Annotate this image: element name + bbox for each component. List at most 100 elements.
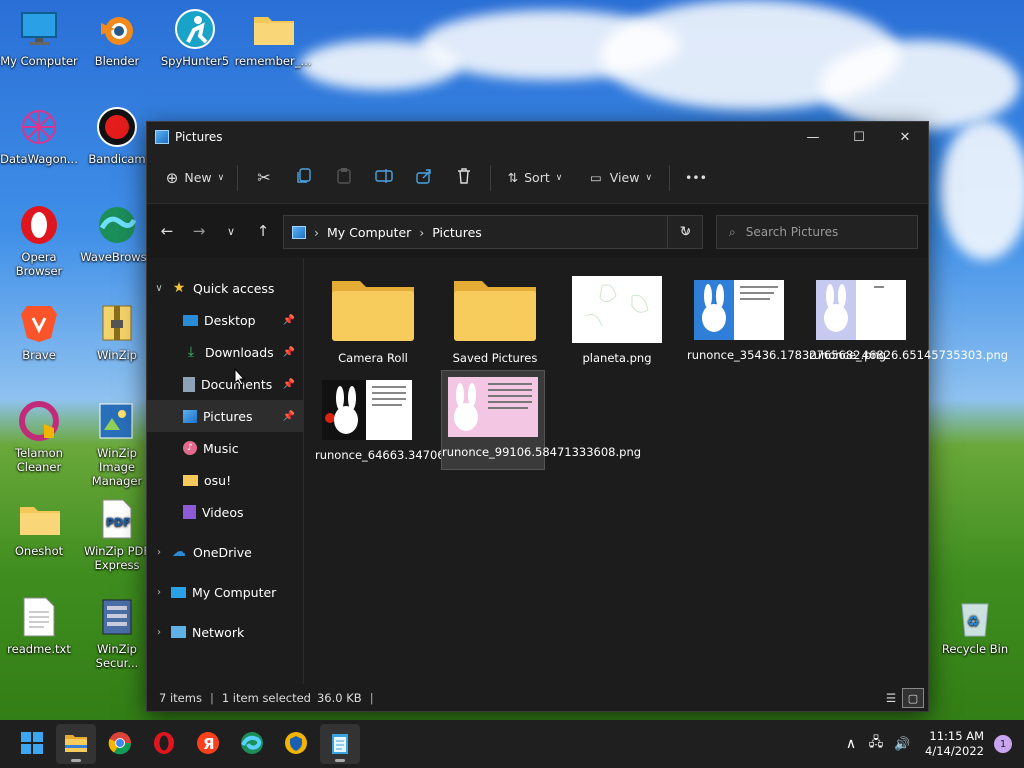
winzip-secure-icon (96, 596, 138, 638)
pin-icon: 📌 (282, 378, 295, 390)
desktop-icon-blender[interactable]: Blender (78, 8, 156, 68)
taskbar-notepad[interactable] (320, 724, 360, 764)
image-thumbnail (694, 280, 784, 340)
cut-button[interactable]: ✂ (244, 162, 284, 194)
desktop-icon-winzip-pdf[interactable]: PDF WinZip PDF Express (78, 498, 156, 572)
spyhunter-icon (174, 8, 216, 50)
pin-icon: 📌 (282, 410, 295, 422)
clock[interactable]: 11:15 AM 4/14/2022 (925, 729, 984, 759)
desktop-icon-winzip-image[interactable]: WinZip Image Manager (78, 400, 156, 488)
sidebar-item-onedrive[interactable]: › ☁ OneDrive (147, 536, 303, 568)
taskbar-file-explorer[interactable] (56, 724, 96, 764)
sidebar-item-music[interactable]: ♪ Music (147, 432, 303, 464)
file-explorer-window[interactable]: Pictures — ☐ ✕ ⊕ New ∨ ✂ ⇅ Sort ∨ ▭ View… (146, 121, 1008, 712)
network-status-button[interactable]: 🖧 (863, 733, 889, 755)
opera-icon (18, 204, 60, 246)
address-bar[interactable]: › My Computer › Pictures ∨ (283, 215, 703, 249)
desktop-icon (183, 314, 198, 326)
share-icon (416, 168, 432, 187)
star-icon: ★ (172, 280, 186, 296)
desktop-icon-winzip-secure[interactable]: WinZip Secur... (78, 596, 156, 670)
forward-button[interactable]: → (183, 215, 215, 247)
sidebar-item-my-computer[interactable]: › My Computer (147, 576, 303, 608)
search-input[interactable]: ⌕ Search Pictures (716, 215, 918, 249)
show-hidden-icons-button[interactable]: ∧ (839, 736, 863, 752)
chevron-right-icon[interactable]: › (147, 627, 171, 638)
sort-button[interactable]: ⇅ Sort ∨ (497, 162, 573, 194)
desktop-icon-oneshot[interactable]: Oneshot (0, 498, 78, 558)
taskbar-security-app[interactable] (276, 724, 316, 764)
file-item[interactable]: runonce_35436.17832765682.png (687, 272, 886, 363)
file-item[interactable]: Saved Pictures (443, 272, 547, 366)
paste-button[interactable] (324, 162, 364, 194)
brave-icon (18, 302, 60, 344)
cloud-icon: ☁ (172, 544, 186, 560)
desktop-icon-brave[interactable]: Brave (0, 302, 78, 362)
breadcrumb-pictures[interactable]: Pictures (432, 225, 482, 240)
taskbar-yandex[interactable]: Я (188, 724, 228, 764)
monitor-icon (171, 586, 186, 598)
sidebar-item-desktop[interactable]: Desktop 📌 (147, 304, 303, 336)
file-item[interactable]: runonce_46826.65145735303.png (809, 272, 1008, 363)
arrow-left-icon: ← (160, 222, 174, 240)
sidebar-item-quick-access[interactable]: ∨ ★ Quick access (147, 272, 303, 304)
desktop-icon-remember[interactable]: remember_... (234, 8, 312, 68)
yandex-icon: Я (196, 731, 220, 758)
file-item[interactable]: Camera Roll (321, 272, 425, 366)
up-button[interactable]: ↑ (247, 215, 279, 247)
windows-logo-icon (21, 731, 43, 757)
close-button[interactable]: ✕ (882, 122, 928, 152)
desktop-icon-opera[interactable]: Opera Browser (0, 204, 78, 278)
file-item[interactable]: planeta.png (565, 272, 669, 366)
folder-icon (183, 474, 198, 486)
view-icon: ▭ (589, 170, 602, 185)
file-item-selected[interactable]: runonce_99106.58471333608.png (441, 370, 641, 470)
sidebar-item-osu[interactable]: osu! (147, 464, 303, 496)
title-bar[interactable]: Pictures — ☐ ✕ (147, 122, 928, 152)
taskbar-edge[interactable] (232, 724, 272, 764)
chevron-right-icon[interactable]: › (147, 587, 171, 598)
refresh-icon: ↻ (679, 224, 692, 240)
chevron-down-icon[interactable]: ∨ (147, 283, 171, 294)
desktop-icon-wavebrowser[interactable]: WaveBrowse (78, 204, 156, 264)
breadcrumb-my-computer[interactable]: My Computer (327, 225, 411, 240)
details-view-button[interactable]: ☰ (880, 688, 902, 708)
desktop-icon-readme[interactable]: readme.txt (0, 596, 78, 656)
desktop-icon-recycle-bin[interactable]: ♻ Recycle Bin (936, 596, 1014, 656)
delete-button[interactable] (444, 162, 484, 194)
taskbar-chrome[interactable] (100, 724, 140, 764)
copy-button[interactable] (284, 162, 324, 194)
file-item[interactable]: runonce_64663.347066989634.png (315, 374, 521, 463)
tiles-view-button[interactable]: ▢ (902, 688, 924, 708)
refresh-button[interactable]: ↻ (667, 215, 703, 249)
winzip-icon (96, 302, 138, 344)
start-button[interactable] (12, 724, 52, 764)
new-button[interactable]: ⊕ New ∨ (159, 162, 231, 194)
maximize-button[interactable]: ☐ (836, 122, 882, 152)
more-options-button[interactable]: ••• (676, 162, 716, 194)
desktop-icon-my-computer[interactable]: My Computer (0, 8, 78, 68)
sidebar-item-documents[interactable]: Documents 📌 (147, 368, 303, 400)
desktop-icon-telamon[interactable]: Telamon Cleaner (0, 400, 78, 474)
toolbar-divider (237, 164, 238, 191)
sidebar-item-downloads[interactable]: ⤓ Downloads 📌 (147, 336, 303, 368)
chrome-icon (108, 731, 132, 758)
desktop-icon-datawagon[interactable]: DataWagon... (0, 106, 78, 166)
list-icon: ☰ (885, 691, 897, 705)
recent-locations-button[interactable]: ∨ (215, 215, 247, 247)
minimize-button[interactable]: — (790, 122, 836, 152)
sidebar-item-pictures[interactable]: Pictures 📌 (147, 400, 303, 432)
notification-badge[interactable]: 1 (994, 735, 1012, 753)
chevron-right-icon[interactable]: › (147, 547, 171, 558)
sidebar-item-network[interactable]: › Network (147, 616, 303, 648)
volume-button[interactable]: 🔊 (889, 737, 915, 752)
sidebar-item-videos[interactable]: Videos (147, 496, 303, 528)
desktop-icon-spyhunter[interactable]: SpyHunter5 (156, 8, 234, 68)
desktop-icon-winzip[interactable]: WinZip (78, 302, 156, 362)
desktop-icon-bandicam[interactable]: Bandicam (78, 106, 156, 166)
rename-button[interactable] (364, 162, 404, 194)
taskbar-opera[interactable] (144, 724, 184, 764)
back-button[interactable]: ← (151, 215, 183, 247)
view-button[interactable]: ▭ View ∨ (579, 162, 663, 194)
share-button[interactable] (404, 162, 444, 194)
